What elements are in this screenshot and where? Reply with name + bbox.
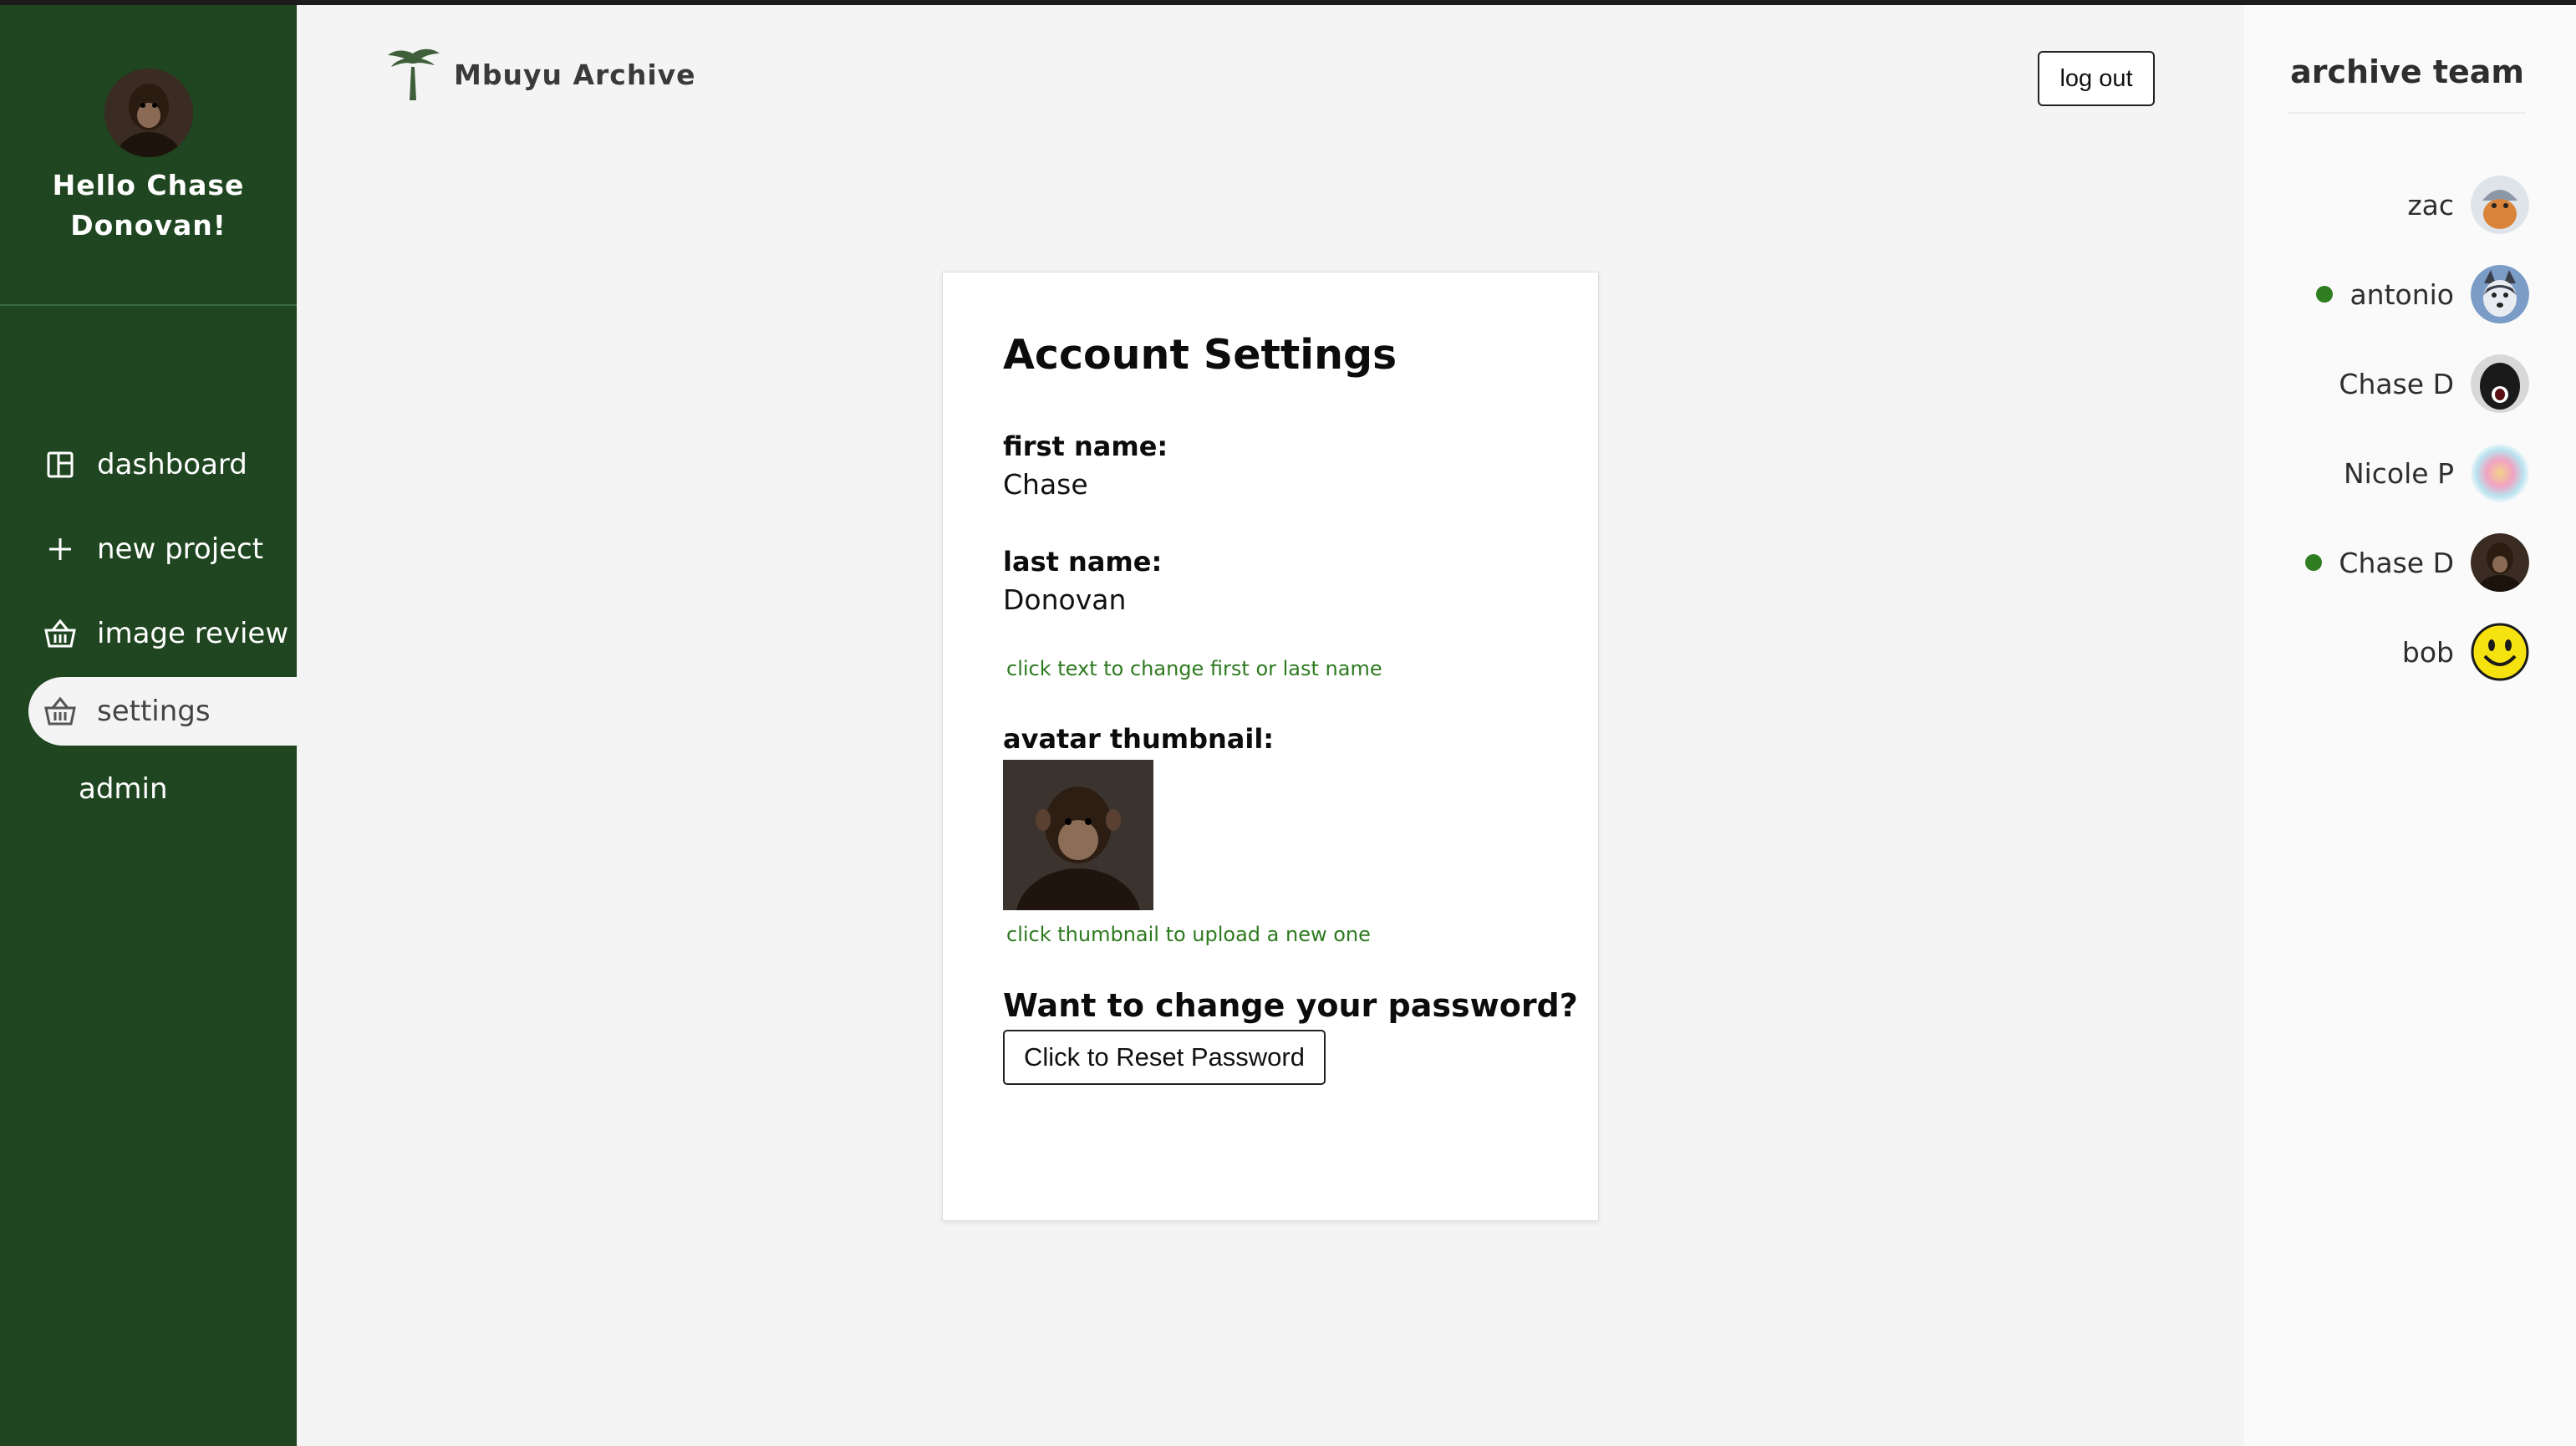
sidebar-item-new-project[interactable]: new project	[28, 515, 263, 583]
reset-password-button[interactable]: Click to Reset Password	[1003, 1030, 1326, 1085]
team-panel: archive team zac antonio Chase D Nicole …	[2244, 5, 2576, 1446]
smiley-avatar	[2471, 623, 2529, 681]
baobab-tree-icon	[384, 42, 441, 102]
member-name: bob	[2401, 635, 2454, 669]
sidebar-item-image-review[interactable]: image review	[28, 599, 288, 668]
user-avatar[interactable]	[104, 69, 193, 157]
first-name-label: first name:	[1003, 430, 1168, 462]
sidebar-item-admin[interactable]: admin	[79, 772, 168, 806]
password-heading: Want to change your password?	[1003, 987, 1578, 1024]
member-name: zac	[2407, 188, 2454, 221]
page-title: Account Settings	[1003, 331, 1397, 379]
greeting: Hello Chase Donovan!	[52, 169, 245, 242]
sidebar-item-label: dashboard	[97, 448, 247, 481]
online-status-dot	[2316, 286, 2334, 303]
brand-name[interactable]: Mbuyu Archive	[454, 59, 696, 91]
sidebar-item-dashboard[interactable]: dashboard	[28, 430, 247, 499]
logout-button[interactable]: log out	[2038, 51, 2155, 106]
sidebar-divider	[0, 304, 297, 306]
team-member[interactable]: zac	[2407, 175, 2529, 235]
team-title: archive team	[2290, 53, 2524, 90]
team-member[interactable]: Chase D	[2305, 532, 2529, 593]
member-name: Nicole P	[2343, 456, 2454, 490]
avatar-thumbnail-label: avatar thumbnail:	[1003, 723, 1275, 755]
name-edit-hint: click text to change first or last name	[1006, 657, 1382, 680]
sidebar-item-label: new project	[97, 532, 264, 566]
last-name-label: last name:	[1003, 546, 1163, 578]
member-name: Chase D	[2339, 367, 2454, 400]
team-member[interactable]: Chase D	[2339, 354, 2529, 414]
member-name: Chase D	[2339, 546, 2454, 579]
team-member[interactable]: Nicole P	[2344, 443, 2529, 503]
dashboard-icon	[43, 448, 77, 481]
online-status-dot	[2305, 554, 2323, 571]
plus-icon	[43, 532, 77, 566]
avatar-thumbnail[interactable]	[1003, 760, 1153, 910]
team-divider	[2288, 112, 2526, 114]
gorilla-avatar	[2471, 354, 2529, 413]
sidebar: Hello Chase Donovan! dashboard new proje…	[0, 5, 297, 1446]
basket-icon	[43, 695, 77, 728]
basket-icon	[43, 617, 77, 650]
husky-avatar	[2471, 265, 2529, 323]
team-member[interactable]: bob	[2402, 622, 2529, 682]
sidebar-item-settings[interactable]: settings	[28, 677, 297, 746]
last-name-value[interactable]: Donovan	[1003, 583, 1126, 616]
window-top-border	[0, 0, 2576, 5]
sidebar-item-label: settings	[97, 695, 211, 728]
avatar-upload-hint: click thumbnail to upload a new one	[1006, 923, 1371, 946]
sidebar-item-label: image review	[97, 617, 289, 650]
team-member[interactable]: antonio	[2316, 264, 2529, 324]
first-name-value[interactable]: Chase	[1003, 468, 1088, 501]
member-name: antonio	[2349, 277, 2454, 311]
gradient-avatar	[2471, 444, 2529, 502]
chimp-avatar	[2471, 533, 2529, 592]
account-settings-card: Account Settings first name: Chase last …	[942, 272, 1599, 1221]
viking-avatar	[2471, 176, 2529, 234]
